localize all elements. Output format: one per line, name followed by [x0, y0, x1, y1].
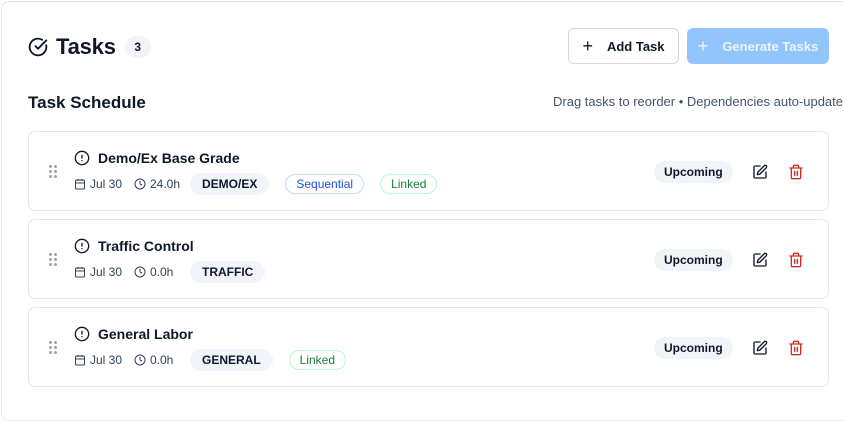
tasks-panel: Tasks 3 + Add Task + Generate Tasks Task… [1, 1, 844, 421]
add-task-button[interactable]: + Add Task [568, 28, 679, 64]
task-meta-row: Jul 30 24.0h DEMO/EX Sequential Linked [74, 173, 453, 195]
edit-icon[interactable] [751, 339, 769, 357]
task-name: Demo/Ex Base Grade [98, 150, 240, 166]
task-code-tag: DEMO/EX [190, 173, 270, 195]
task-date-label: Jul 30 [90, 353, 123, 367]
task-code-tag: TRAFFIC [190, 261, 266, 283]
clock-icon [134, 266, 146, 278]
task-name: Traffic Control [98, 238, 194, 254]
add-task-label: Add Task [606, 38, 665, 54]
page-title: Tasks [56, 34, 116, 59]
edit-icon[interactable] [751, 163, 769, 181]
task-code-tag: GENERAL [190, 349, 273, 371]
task-card[interactable]: Traffic Control Jul 30 0.0h TRAFFIC Upco… [28, 219, 829, 299]
task-hours-label: 0.0h [150, 265, 174, 279]
task-hours: 0.0h [134, 265, 190, 279]
grip-vertical-icon[interactable] [49, 341, 57, 355]
task-date: Jul 30 [74, 353, 134, 367]
generate-tasks-button[interactable]: + Generate Tasks [687, 28, 829, 64]
alert-circle-icon [74, 150, 90, 166]
linked-pill: Linked [380, 174, 438, 194]
plus-icon: + [582, 36, 593, 56]
circle-check-icon [28, 37, 48, 57]
task-title-row: Demo/Ex Base Grade [74, 150, 240, 166]
trash-icon[interactable] [787, 163, 805, 181]
task-hours: 24.0h [134, 177, 190, 191]
page-title-group: Tasks 3 [28, 34, 151, 60]
generate-tasks-label: Generate Tasks [722, 38, 819, 54]
status-badge: Upcoming [654, 337, 733, 359]
sequential-pill: Sequential [285, 174, 365, 194]
grip-vertical-icon[interactable] [49, 253, 57, 267]
task-date: Jul 30 [74, 177, 134, 191]
linked-pill: Linked [288, 350, 347, 370]
calendar-icon [75, 179, 85, 190]
task-date-label: Jul 30 [90, 177, 123, 191]
task-card[interactable]: Demo/Ex Base Grade Jul 30 24.0h DEMO/EX … [28, 131, 829, 211]
edit-icon[interactable] [751, 251, 769, 269]
alert-circle-icon [74, 326, 90, 342]
tasks-header: Tasks 3 + Add Task + Generate Tasks [28, 28, 843, 66]
task-title-row: General Labor [74, 326, 193, 342]
grip-vertical-icon[interactable] [49, 165, 57, 179]
trash-icon[interactable] [787, 339, 805, 357]
trash-icon[interactable] [787, 251, 805, 269]
task-title-row: Traffic Control [74, 238, 194, 254]
clock-icon [134, 354, 146, 366]
schedule-hint: Drag tasks to reorder • Dependencies aut… [553, 94, 843, 109]
task-hours: 0.0h [134, 353, 190, 367]
calendar-icon [75, 355, 85, 366]
task-meta-row: Jul 30 0.0h TRAFFIC [74, 261, 281, 283]
status-badge: Upcoming [654, 249, 733, 271]
task-count-badge: 3 [124, 36, 151, 58]
clock-icon [134, 178, 146, 190]
plus-icon: + [697, 36, 709, 56]
alert-circle-icon [74, 238, 90, 254]
calendar-icon [75, 267, 85, 278]
task-date: Jul 30 [74, 265, 134, 279]
task-card[interactable]: General Labor Jul 30 0.0h GENERAL Linked… [28, 307, 829, 387]
status-badge: Upcoming [654, 161, 733, 183]
task-name: General Labor [98, 326, 193, 342]
schedule-title: Task Schedule [28, 93, 146, 112]
task-hours-label: 24.0h [150, 177, 181, 191]
task-hours-label: 0.0h [150, 353, 174, 367]
task-meta-row: Jul 30 0.0h GENERAL Linked [74, 349, 362, 371]
task-date-label: Jul 30 [90, 265, 123, 279]
